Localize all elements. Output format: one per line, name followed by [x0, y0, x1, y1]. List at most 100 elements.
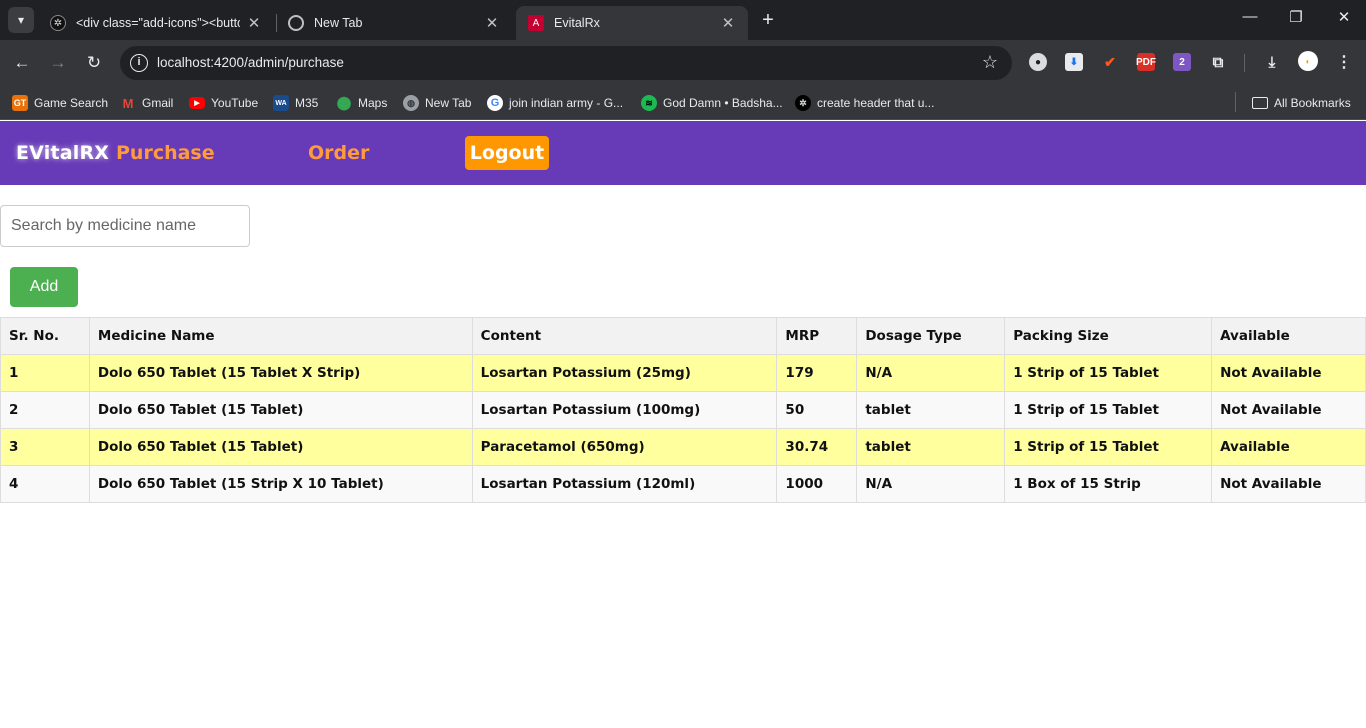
column-header-dosage-type: Dosage Type [856, 317, 1006, 355]
youtube-icon: ▶ [189, 97, 205, 109]
bookmark-maps[interactable]: ⬤ Maps [336, 93, 388, 113]
tab-evitalrx[interactable]: A EvitalRx ✕ [516, 6, 748, 40]
wa-icon: WA [273, 95, 289, 111]
back-arrow-icon[interactable]: ← [11, 52, 33, 74]
folder-icon [1252, 97, 1268, 109]
bookmark-label: join indian army - G... [509, 96, 624, 110]
bookmark-youtube[interactable]: ▶ YouTube [189, 93, 258, 113]
bookmark-label: YouTube [211, 96, 259, 110]
pdf-extension-icon[interactable]: PDF [1136, 53, 1156, 71]
bookmark-label: Maps [358, 96, 388, 110]
bookmark-label: God Damn • Badsha... [663, 96, 783, 110]
bookmark-label: M35 [295, 96, 319, 110]
cell-packing-size: 1 Strip of 15 Tablet [1004, 428, 1213, 466]
cell-dosage-type: N/A [856, 465, 1006, 503]
cell-medicine-name: Dolo 650 Tablet (15 Tablet) [88, 428, 473, 466]
table-row[interactable]: 4 Dolo 650 Tablet (15 Strip X 10 Tablet)… [0, 465, 1366, 503]
bookmark-new-tab[interactable]: ◍ New Tab [403, 93, 471, 113]
site-info-icon[interactable]: i [130, 54, 148, 72]
cell-packing-size: 1 Box of 15 Strip [1004, 465, 1213, 503]
page-content: EVitalRX Purchase Order Logout Add Sr. N… [0, 121, 1366, 728]
table-row[interactable]: 3 Dolo 650 Tablet (15 Tablet) Paracetamo… [0, 428, 1366, 466]
cell-content: Paracetamol (650mg) [471, 428, 778, 466]
spotify-icon: ≋ [641, 95, 657, 111]
all-bookmarks[interactable]: All Bookmarks [1252, 93, 1351, 113]
globe-icon: ◍ [403, 95, 419, 111]
cell-sr-no: 4 [0, 465, 90, 503]
tab-title: <div class="add-icons"><button [76, 16, 240, 30]
bookmark-star-icon[interactable]: ☆ [982, 52, 998, 73]
minimize-icon[interactable]: — [1240, 8, 1260, 25]
downloads-icon[interactable]: ⤓ [1263, 53, 1281, 71]
chrome-icon [288, 15, 304, 31]
puzzle-extensions-icon[interactable]: ⧉ [1209, 53, 1227, 71]
bookmark-game-search[interactable]: GT Game Search [12, 93, 108, 113]
column-header-mrp: MRP [776, 317, 858, 355]
tab-title: EvitalRx [554, 16, 600, 30]
nav-link-purchase[interactable]: Purchase [116, 142, 215, 164]
bookmark-create-header[interactable]: ✲ create header that u... [795, 93, 934, 113]
close-icon[interactable]: ✕ [484, 14, 500, 32]
search-input[interactable] [0, 205, 250, 247]
address-bar[interactable]: i localhost:4200/admin/purchase ☆ [120, 46, 1012, 80]
address-url[interactable]: localhost:4200/admin/purchase [157, 55, 344, 70]
all-bookmarks-label: All Bookmarks [1274, 96, 1351, 110]
browser-toolbar: ← → ↻ i localhost:4200/admin/purchase ☆ … [0, 40, 1366, 86]
tab-search-button[interactable]: ▾ [8, 7, 34, 33]
close-window-icon[interactable]: ✕ [1334, 8, 1354, 26]
extension-cloud-icon[interactable]: ● [1029, 53, 1047, 71]
bookmarks-separator [1235, 92, 1236, 112]
bookmark-gmail[interactable]: M Gmail [120, 93, 174, 113]
reload-icon[interactable]: ↻ [83, 52, 105, 74]
logout-button[interactable]: Logout [465, 136, 549, 170]
cell-dosage-type: tablet [856, 391, 1006, 429]
vivaldi-extension-icon[interactable]: ✔ [1101, 53, 1119, 71]
cell-mrp: 179 [776, 354, 858, 392]
cell-content: Losartan Potassium (120ml) [471, 465, 778, 503]
bookmark-m35[interactable]: WA M35 [273, 93, 318, 113]
game-search-icon: GT [12, 95, 28, 111]
bookmark-label: Game Search [34, 96, 109, 110]
restore-icon[interactable]: ❐ [1286, 8, 1306, 26]
column-header-packing-size: Packing Size [1004, 317, 1213, 355]
cell-mrp: 30.74 [776, 428, 858, 466]
tab-add-icons[interactable]: ✲ <div class="add-icons"><button ✕ [38, 6, 274, 40]
nav-link-order[interactable]: Order [308, 142, 369, 164]
google-icon: G [487, 95, 503, 111]
openai-icon: ✲ [50, 15, 66, 31]
close-icon[interactable]: ✕ [720, 14, 736, 32]
cell-available: Not Available [1211, 391, 1366, 429]
chevron-down-icon: ▾ [17, 13, 25, 27]
cell-available: Not Available [1211, 354, 1366, 392]
gmail-icon: M [122, 95, 134, 111]
download-manager-icon[interactable]: ⬇ [1065, 53, 1083, 71]
cell-packing-size: 1 Strip of 15 Tablet [1004, 391, 1213, 429]
two-extension-icon[interactable]: 2 [1173, 53, 1191, 71]
menu-kebab-icon[interactable]: ⋮ [1335, 53, 1353, 71]
cell-sr-no: 1 [0, 354, 90, 392]
tab-new-tab[interactable]: New Tab ✕ [276, 6, 512, 40]
cell-sr-no: 2 [0, 391, 90, 429]
cell-mrp: 50 [776, 391, 858, 429]
bookmark-join-indian-army[interactable]: G join indian army - G... [487, 93, 623, 113]
forward-arrow-icon[interactable]: → [47, 52, 69, 74]
cell-medicine-name: Dolo 650 Tablet (15 Strip X 10 Tablet) [88, 465, 473, 503]
cell-packing-size: 1 Strip of 15 Tablet [1004, 354, 1213, 392]
profile-avatar[interactable]: ◐ [1298, 51, 1318, 71]
browser-tab-strip: ▾ ✲ <div class="add-icons"><button ✕ New… [0, 0, 1366, 40]
cell-available: Not Available [1211, 465, 1366, 503]
openai-icon: ✲ [795, 95, 811, 111]
bookmark-god-damn[interactable]: ≋ God Damn • Badsha... [641, 93, 783, 113]
cell-medicine-name: Dolo 650 Tablet (15 Tablet X Strip) [88, 354, 473, 392]
close-icon[interactable]: ✕ [246, 14, 262, 32]
new-tab-button[interactable]: + [758, 10, 778, 30]
table-row[interactable]: 2 Dolo 650 Tablet (15 Tablet) Losartan P… [0, 391, 1366, 429]
brand-logo[interactable]: EVitalRX [16, 142, 109, 164]
add-button[interactable]: Add [10, 267, 78, 307]
column-header-sr-no: Sr. No. [0, 317, 90, 355]
cell-content: Losartan Potassium (100mg) [471, 391, 778, 429]
table-row[interactable]: 1 Dolo 650 Tablet (15 Tablet X Strip) Lo… [0, 354, 1366, 392]
app-header: EVitalRX Purchase Order Logout [0, 121, 1366, 185]
tab-title: New Tab [314, 16, 363, 30]
cell-content: Losartan Potassium (25mg) [471, 354, 778, 392]
